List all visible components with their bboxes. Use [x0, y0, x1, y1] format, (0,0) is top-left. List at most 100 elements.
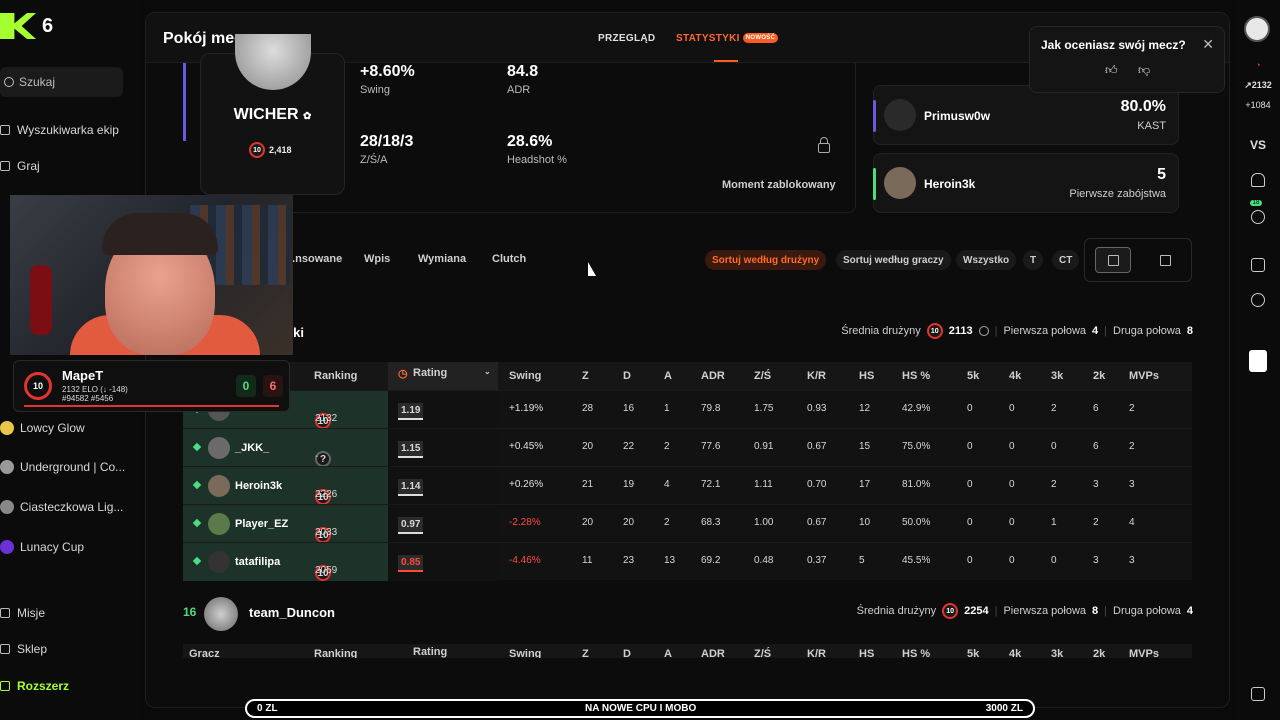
col-mvps[interactable]: MVPs	[1129, 370, 1159, 382]
col-deaths[interactable]: D	[623, 648, 631, 658]
tab-statistics[interactable]: STATYSTYKI NOWOŚĆ	[676, 33, 779, 44]
close-icon[interactable]: ✕	[1202, 36, 1214, 53]
col-kills[interactable]: Z	[582, 370, 589, 382]
col-4k[interactable]: 4k	[1009, 370, 1021, 382]
thumbs-up-icon[interactable]: 👍︎	[1105, 63, 1118, 78]
add-icon[interactable]	[1251, 293, 1265, 307]
sort-by-team-button[interactable]: Sortuj według drużyny	[705, 250, 827, 270]
col-adr[interactable]: ADR	[701, 370, 725, 382]
featured-player-card[interactable]: WICHER ✿ 10 2,418	[200, 34, 345, 195]
player-cell[interactable]: Player_EZ 10 2033	[183, 505, 388, 543]
table-row[interactable]: _JKK_?---1.15+0.45%2022277.60.910.671575…	[183, 428, 1192, 484]
col-swing[interactable]: Swing	[509, 648, 541, 658]
avatar	[208, 475, 230, 497]
streamer-name: MapeT	[62, 368, 104, 383]
list-view-button[interactable]	[1095, 247, 1131, 273]
sidebar-hub-underground[interactable]: Underground | Co...	[0, 457, 125, 477]
player-cell[interactable]: tatafilipa 10 2059	[183, 543, 388, 581]
player-cell[interactable]: _JKK_?---	[183, 429, 388, 484]
bell-icon[interactable]	[1251, 173, 1265, 187]
col-3k[interactable]: 3k	[1051, 370, 1063, 382]
cs-agent-icon[interactable]	[1249, 350, 1267, 372]
col-kr[interactable]: K/R	[807, 370, 826, 382]
table-row[interactable]: tatafilipa 10 2059 0.85 -4.46% 11 23 13 69.2 0.48…	[183, 542, 1192, 581]
rating-header-cell[interactable]: ◷ Rating ⌄	[388, 362, 498, 390]
sidebar-item-team-finder[interactable]: Wyszukiwarka ekip	[0, 120, 119, 140]
sidebar-item-missions[interactable]: Misje	[0, 603, 45, 623]
col-hs[interactable]: HS	[859, 370, 874, 382]
sidebar-search[interactable]: Szukaj	[0, 67, 123, 97]
col-adr[interactable]: ADR	[701, 648, 725, 658]
sort-by-players-button[interactable]: Sortuj według graczy	[836, 250, 951, 270]
table-row[interactable]: Player_EZ 10 2033 0.97 -2.28% 20 20 2 68.3 1.00 0.…	[183, 504, 1192, 543]
webcam-overlay	[10, 195, 293, 355]
filter-t-button[interactable]: T	[1023, 250, 1044, 270]
tab-overview[interactable]: PRZEGLĄD	[598, 33, 655, 44]
sidebar-hub-ciasteczkowa[interactable]: Ciasteczkowa Lig...	[0, 497, 123, 517]
filter-trade[interactable]: Wymiana	[418, 253, 466, 265]
sidebar-hub-lunacy[interactable]: Lunacy Cup	[0, 537, 84, 557]
user-elo: 2132	[1251, 80, 1272, 90]
thumbs-down-icon[interactable]: 👎︎	[1138, 63, 1150, 78]
cell-swing: -2.28%	[509, 517, 541, 528]
col-5k[interactable]: 5k	[967, 370, 979, 382]
col-kd[interactable]: Z/Ś	[754, 648, 771, 658]
col-kr[interactable]: K/R	[807, 648, 826, 658]
col-5k[interactable]: 5k	[967, 648, 979, 658]
player-cell[interactable]: Heroin3k 10 2226	[183, 467, 388, 505]
col-assists[interactable]: A	[664, 648, 672, 658]
col-hs[interactable]: HS	[859, 648, 874, 658]
sidebar-item-shop[interactable]: Sklep	[0, 639, 47, 659]
cell-a: 13	[664, 555, 676, 566]
user-avatar[interactable]	[1244, 16, 1270, 42]
col-assists[interactable]: A	[664, 370, 672, 382]
col-player[interactable]: Gracz	[189, 648, 220, 658]
filter-clutch[interactable]: Clutch	[492, 253, 526, 265]
filter-advanced[interactable]: ...nsowane	[286, 253, 342, 265]
cell-k5: 0	[967, 555, 973, 566]
col-4k[interactable]: 4k	[1009, 648, 1021, 658]
sidebar-hub-lowcy[interactable]: Lowcy Glow	[0, 418, 85, 438]
filter-ct-button[interactable]: CT	[1052, 250, 1080, 270]
party-icon[interactable]	[1251, 258, 1265, 272]
cell-k3: 2	[1051, 479, 1057, 490]
hub-avatar	[0, 540, 14, 554]
col-hs-percent[interactable]: HS %	[902, 648, 930, 658]
highlight-card-kast[interactable]: Primusw0w 80.0% KAST	[873, 85, 1179, 145]
col-swing[interactable]: Swing	[509, 370, 541, 382]
col-2k[interactable]: 2k	[1093, 648, 1105, 658]
team2-name[interactable]: team_Duncon	[249, 605, 335, 620]
friends-icon[interactable]	[1251, 210, 1265, 224]
elo-indicator[interactable]: ↗2132	[1236, 80, 1280, 91]
second-half-label: Druga połowa	[1113, 605, 1181, 617]
info-icon[interactable]	[978, 326, 989, 336]
highlight-accent	[873, 100, 876, 132]
cell-k4: 0	[1009, 441, 1015, 452]
col-kd[interactable]: Z/Ś	[754, 370, 771, 382]
col-kills[interactable]: Z	[582, 648, 589, 658]
table-row[interactable]: 10 2132 1.19 +1.19% 28 16 1 79.8 1.75 0.93 12 42.9%…	[183, 390, 1192, 429]
col-deaths[interactable]: D	[623, 370, 631, 382]
level-badge: 10	[24, 372, 52, 400]
col-ranking[interactable]: Ranking	[314, 370, 357, 382]
table-row[interactable]: Heroin3k 10 2226 1.14 +0.26% 21 19 4 72.1 1.11 0.7…	[183, 466, 1192, 505]
cell-a: 1	[664, 403, 670, 414]
col-2k[interactable]: 2k	[1093, 370, 1105, 382]
stat-value: 28/18/3	[360, 133, 414, 150]
cell-d: 19	[623, 479, 635, 490]
sidebar-item-expand[interactable]: Rozszerz	[0, 676, 69, 696]
col-rating[interactable]: Rating	[413, 646, 447, 658]
filter-all-button[interactable]: Wszystko	[956, 250, 1017, 270]
col-3k[interactable]: 3k	[1051, 648, 1063, 658]
col-hs-percent[interactable]: HS %	[902, 370, 930, 382]
col-mvps[interactable]: MVPs	[1129, 648, 1159, 658]
highlight-player-name: Heroin3k	[924, 177, 976, 191]
grid-view-button[interactable]	[1147, 247, 1183, 273]
app-logo[interactable]: 6	[0, 12, 53, 40]
highlight-card-first-kills[interactable]: Heroin3k 5 Pierwsze zabójstwa	[873, 153, 1179, 213]
sidebar-item-play[interactable]: Graj	[0, 156, 40, 176]
col-ranking[interactable]: Ranking	[314, 648, 357, 658]
hub-logo-icon[interactable]	[1251, 687, 1265, 701]
versus-button[interactable]: VS	[1236, 138, 1280, 152]
filter-entry[interactable]: Wpis	[364, 253, 390, 265]
